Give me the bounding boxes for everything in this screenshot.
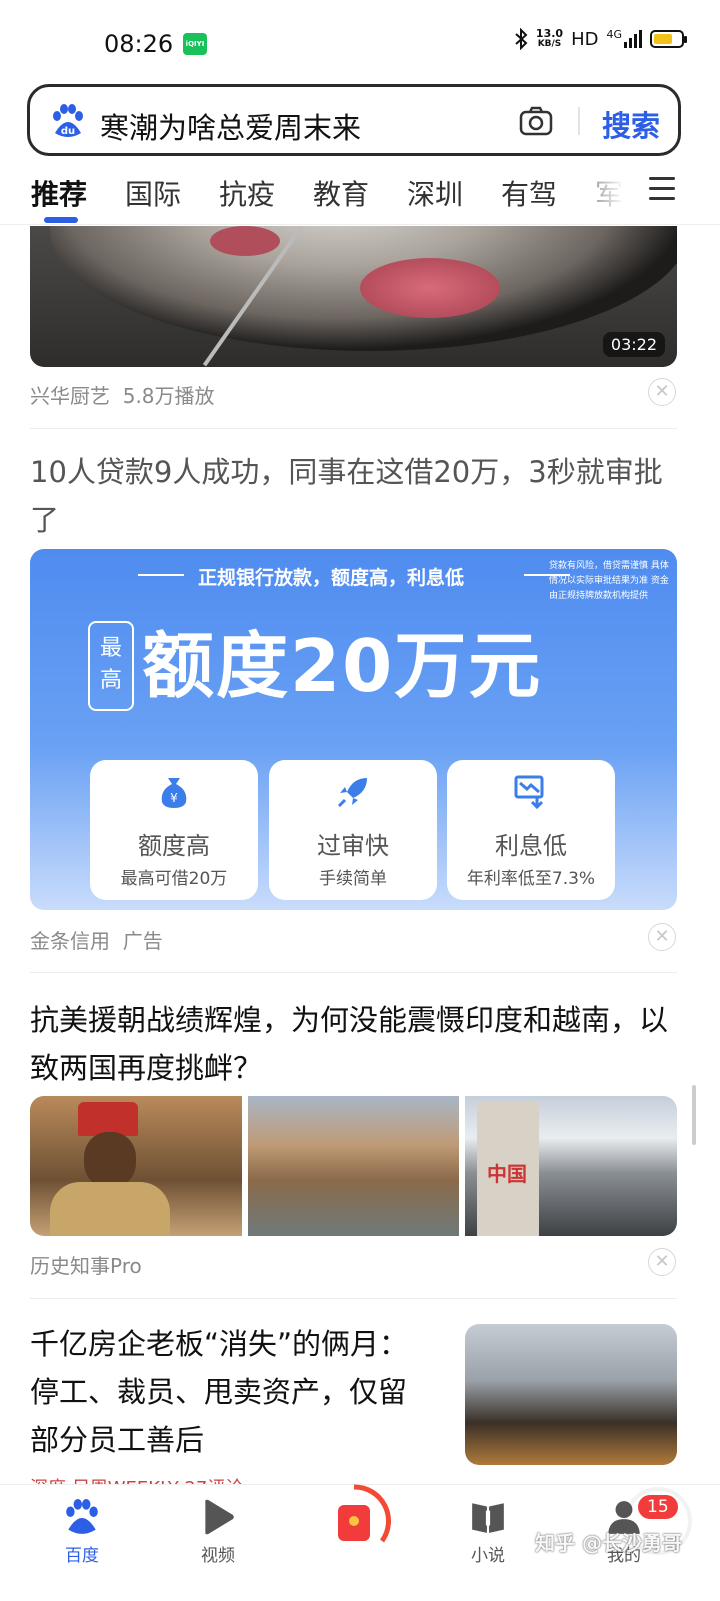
divider <box>30 1298 677 1299</box>
article-image[interactable] <box>465 1324 677 1465</box>
feature-card: 过审快 手续简单 <box>269 760 437 900</box>
article-title[interactable]: 千亿房企老板“消失”的俩月：停工、裁员、甩卖资产，仅留部分员工善后 <box>30 1320 410 1464</box>
ad-source[interactable]: 金条信用 <box>30 929 110 953</box>
menu-icon[interactable] <box>649 177 675 201</box>
video-thumbnail[interactable]: 03:22 <box>30 226 677 367</box>
feature-card: ¥ 额度高 最高可借20万 <box>90 760 258 900</box>
tab-international[interactable]: 国际 <box>125 173 181 213</box>
nav-red-packet[interactable] <box>304 1484 692 1601</box>
article-image[interactable] <box>30 1096 242 1236</box>
camera-icon[interactable] <box>518 103 554 139</box>
ad-banner[interactable]: 正规银行放款，额度高，利息低 贷款有风险，借贷需谨慎 具体情况以实际审批结果为准… <box>30 549 677 910</box>
article-source[interactable]: 历史知事Pro <box>30 1250 142 1279</box>
tab-education[interactable]: 教育 <box>313 173 369 213</box>
money-bag-icon: ¥ <box>161 778 187 808</box>
bottom-nav: 百度 视频 小说 我的 15 知乎 @长沙勇哥 <box>0 1484 720 1600</box>
dismiss-icon[interactable]: ✕ <box>648 378 676 406</box>
speed-unit: KB/S <box>537 39 562 49</box>
book-icon <box>472 1503 504 1533</box>
nav-label: 小说 <box>471 1546 505 1566</box>
feature-sub: 最高可借20万 <box>120 869 228 889</box>
banner-max-label: 最高 <box>88 621 134 711</box>
nav-label: 百度 <box>65 1546 99 1566</box>
article-image[interactable] <box>248 1096 459 1236</box>
watermark: 知乎 @长沙勇哥 <box>535 1531 682 1555</box>
search-bar[interactable]: du 寒潮为啥总爱周末来 搜索 <box>27 84 681 156</box>
feature-title: 利息低 <box>495 832 567 860</box>
banner-amount: 额度20万元 <box>142 624 543 708</box>
status-time: 08:26 <box>104 30 174 58</box>
video-source[interactable]: 兴华厨艺 <box>30 384 110 408</box>
baidu-logo-icon: du <box>53 104 83 137</box>
rocket-icon <box>337 778 367 808</box>
baidu-paw-icon <box>66 1499 98 1534</box>
nav-video[interactable]: 视频 <box>168 1485 268 1601</box>
trend-down-icon <box>514 775 544 810</box>
battery-icon <box>650 30 687 48</box>
svg-text:¥: ¥ <box>170 791 178 805</box>
ad-meta: 金条信用 广告 <box>30 925 163 954</box>
divider <box>30 972 677 973</box>
iqiyi-icon: iQIYI <box>183 33 207 55</box>
article-title[interactable]: 抗美援朝战绩辉煌，为何没能震慑印度和越南，以致两国再度挑衅？ <box>30 996 680 1092</box>
nav-baidu[interactable]: 百度 <box>32 1485 132 1601</box>
tab-recommend[interactable]: 推荐 <box>31 173 87 213</box>
channel-tabs: 推荐 国际 抗疫 教育 深圳 有驾 军 <box>0 165 720 225</box>
image-detail <box>84 1132 136 1188</box>
stone-text: 中国 <box>487 1162 527 1186</box>
banner-line <box>138 574 184 576</box>
network-type: 4G <box>606 27 622 41</box>
network-speed: 13.0 KB/S <box>536 28 563 50</box>
notification-badge: 15 <box>636 1493 680 1521</box>
divider <box>30 428 677 429</box>
video-duration: 03:22 <box>602 332 665 357</box>
ad-tag: 广告 <box>122 929 163 953</box>
image-detail <box>78 1102 138 1136</box>
video-meta: 兴华厨艺 5.8万播放 <box>30 380 215 409</box>
dismiss-icon[interactable]: ✕ <box>648 1248 676 1276</box>
status-bar: 08:26 iQIYI 13.0 KB/S HD 4G <box>0 0 720 80</box>
status-right: 13.0 KB/S HD 4G <box>514 27 687 50</box>
feature-title: 额度高 <box>138 832 210 860</box>
hd-label: HD <box>571 28 599 50</box>
ad-title[interactable]: 10人贷款9人成功，同事在这借20万，3秒就审批了 <box>30 448 680 544</box>
signal-icon <box>624 30 642 48</box>
feature-sub: 年利率低至7.3% <box>466 869 596 889</box>
scrollbar[interactable] <box>692 1085 696 1145</box>
banner-disclaimer: 贷款有风险，借贷需谨慎 具体情况以实际审批结果为准 资金由正规持牌放款机构提供 <box>549 561 669 601</box>
nav-novel[interactable]: 小说 <box>438 1485 538 1601</box>
play-icon <box>205 1499 234 1535</box>
bluetooth-icon <box>515 28 528 50</box>
tab-indicator <box>44 217 78 223</box>
banner-tagline: 正规银行放款，额度高，利息低 <box>198 567 465 589</box>
article-image[interactable]: 中国 <box>465 1096 677 1236</box>
search-divider <box>578 107 580 135</box>
tab-fade <box>560 165 640 223</box>
red-packet-icon <box>338 1505 370 1541</box>
food-image <box>360 258 500 318</box>
search-button[interactable]: 搜索 <box>602 103 660 145</box>
nav-label: 视频 <box>201 1546 235 1566</box>
search-input[interactable]: 寒潮为啥总爱周末来 <box>100 105 361 147</box>
video-plays: 5.8万播放 <box>122 384 215 408</box>
feature-card: 利息低 年利率低至7.3% <box>447 760 615 900</box>
svg-text:du: du <box>61 126 75 137</box>
feature-sub: 手续简单 <box>319 869 387 889</box>
speed-value: 13.0 <box>535 27 564 40</box>
tab-youjia[interactable]: 有驾 <box>501 173 557 213</box>
tab-anti-epidemic[interactable]: 抗疫 <box>219 173 275 213</box>
tab-shenzhen[interactable]: 深圳 <box>407 173 463 213</box>
image-detail <box>50 1182 170 1236</box>
dismiss-icon[interactable]: ✕ <box>648 923 676 951</box>
feature-title: 过审快 <box>317 832 389 860</box>
food-image <box>210 226 280 256</box>
